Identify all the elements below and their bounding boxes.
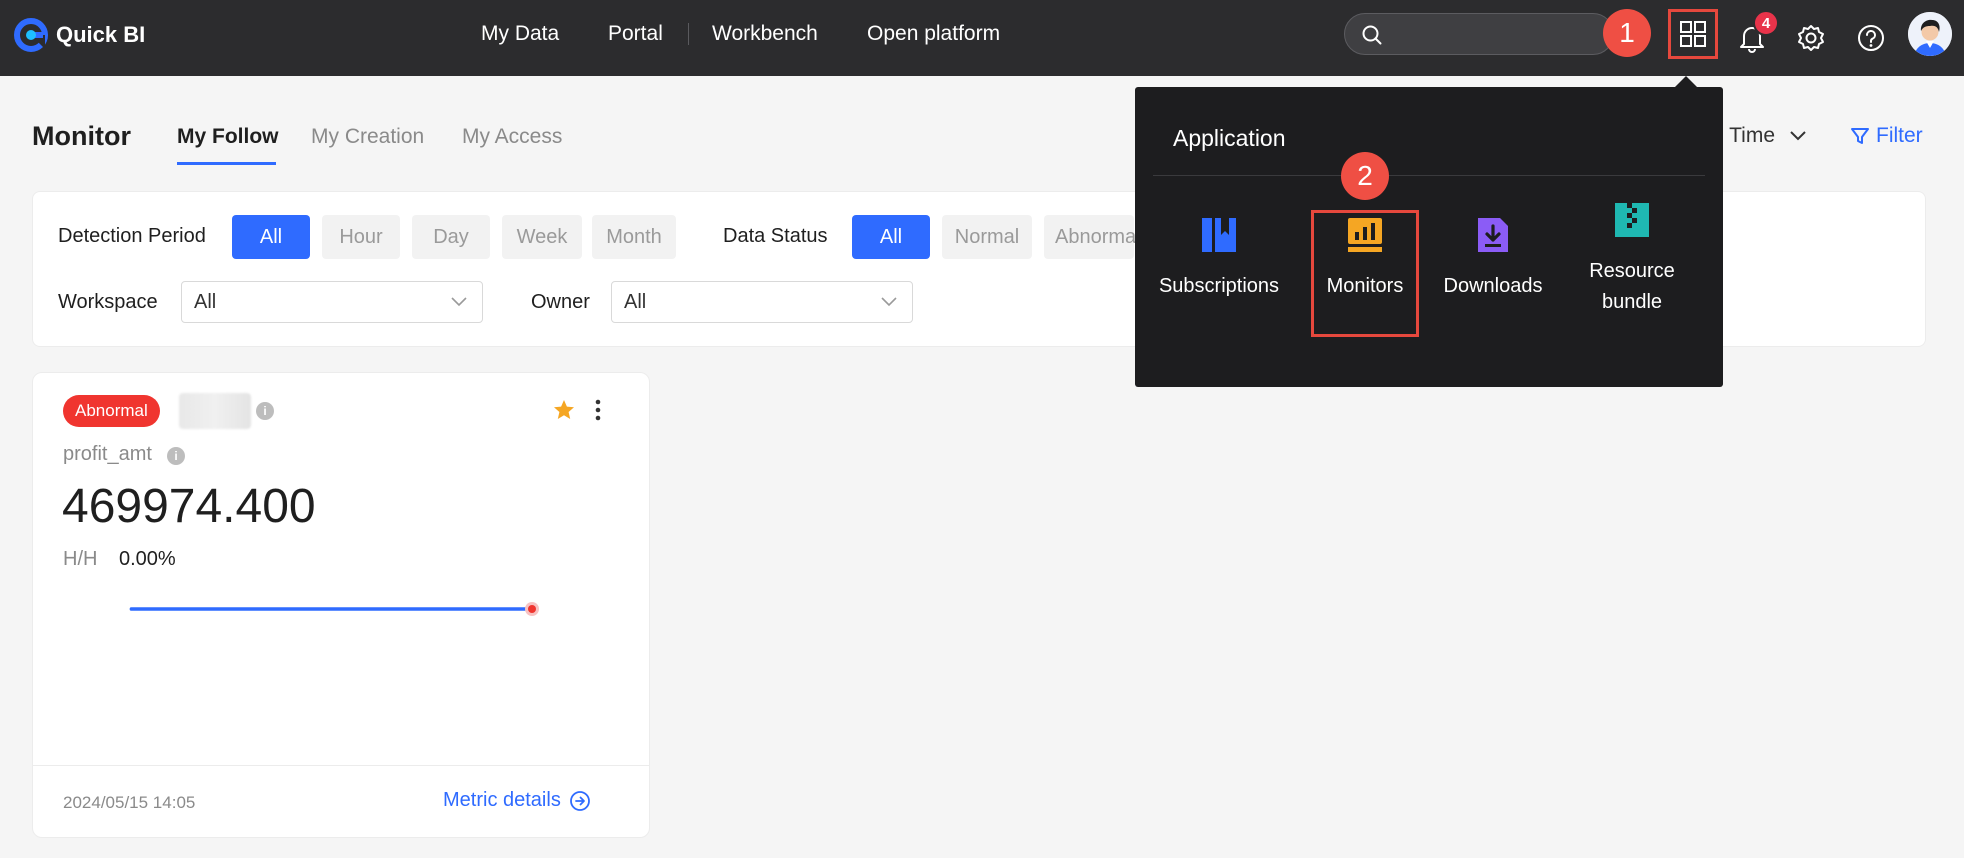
filter-label: Filter [1876, 124, 1923, 147]
filter-icon [1851, 128, 1869, 144]
sort-dropdown[interactable]: e Time [1712, 124, 1807, 148]
filter-button[interactable]: Filter [1850, 124, 1923, 148]
gear-icon [1798, 25, 1824, 51]
info-icon[interactable]: i [167, 447, 185, 465]
status-all-chip[interactable]: All [852, 215, 930, 259]
owner-label: Owner [531, 291, 590, 313]
period-hour-chip[interactable]: Hour [322, 215, 400, 259]
grid-apps-icon [1680, 21, 1706, 47]
page-title: Monitor [32, 121, 131, 151]
nav-workbench[interactable]: Workbench [712, 22, 818, 46]
app-subscriptions-label: Subscriptions [1158, 275, 1280, 297]
app-subscriptions[interactable]: Subscriptions [1150, 215, 1288, 302]
status-abnormal-chip[interactable]: Abnorma [1044, 215, 1136, 259]
settings-button[interactable] [1787, 14, 1835, 62]
search-icon [1362, 25, 1382, 45]
trend-endpoint-dot [528, 605, 536, 613]
metric-details-label: Metric details [443, 789, 561, 811]
tab-my-access[interactable]: My Access [462, 125, 562, 149]
resource-bundle-icon [1615, 203, 1649, 237]
app-logo[interactable]: Quick BI [12, 16, 145, 54]
help-button[interactable] [1847, 14, 1895, 62]
chevron-down-icon [451, 297, 467, 307]
chevron-down-icon [881, 297, 897, 307]
status-normal-chip[interactable]: Normal [942, 215, 1032, 259]
subscriptions-icon [1202, 218, 1236, 252]
nav-divider [688, 23, 689, 45]
workspace-label: Workspace [58, 291, 158, 313]
star-icon[interactable] [552, 398, 576, 422]
active-tab-indicator [177, 162, 276, 165]
info-icon[interactable]: i [256, 402, 274, 420]
period-week-chip[interactable]: Week [502, 215, 582, 259]
notification-count-badge: 4 [1753, 10, 1779, 36]
tab-my-follow[interactable]: My Follow [177, 125, 279, 149]
step-marker-1: 1 [1603, 9, 1651, 57]
user-avatar[interactable] [1908, 12, 1952, 56]
more-options-icon[interactable] [593, 398, 603, 422]
app-downloads-label: Downloads [1443, 275, 1543, 297]
nav-open-platform[interactable]: Open platform [867, 22, 1000, 46]
user-avatar-icon [1908, 12, 1952, 56]
card-divider [33, 765, 649, 766]
change-value: 0.00% [119, 548, 176, 570]
owner-value: All [624, 290, 647, 313]
application-menu-button[interactable] [1668, 9, 1718, 59]
status-badge: Abnormal [63, 395, 160, 427]
metric-name: profit_amt [63, 443, 152, 465]
metric-value: 469974.400 [62, 480, 316, 533]
application-menu-title: Application [1173, 125, 1286, 151]
card-timestamp: 2024/05/15 14:05 [63, 793, 196, 812]
app-resource-bundle-label: Resource bundle [1589, 260, 1675, 313]
owner-select[interactable]: All [611, 281, 913, 323]
app-name: Quick BI [56, 22, 146, 47]
application-menu: Application 2 Subscriptions Monitors Dow… [1135, 87, 1723, 387]
arrow-right-circle-icon [569, 790, 590, 811]
monitor-name-redacted [179, 393, 251, 429]
monitor-card[interactable]: Abnormal i profit_amt i 469974.400 H/H 0… [32, 372, 650, 838]
application-menu-divider [1153, 175, 1705, 176]
data-status-label: Data Status [723, 225, 828, 247]
trend-sparkline [129, 602, 539, 616]
chevron-down-icon [1790, 131, 1806, 141]
metric-details-link[interactable]: Metric details [443, 789, 591, 812]
workspace-select[interactable]: All [181, 281, 483, 323]
detection-period-label: Detection Period [58, 225, 206, 247]
workspace-value: All [194, 290, 217, 313]
downloads-icon [1478, 218, 1508, 252]
app-downloads[interactable]: Downloads [1424, 215, 1562, 302]
search-input[interactable] [1344, 13, 1614, 55]
nav-portal[interactable]: Portal [608, 22, 663, 46]
monitors-highlight-box [1311, 210, 1419, 337]
change-label: H/H [63, 548, 98, 570]
period-month-chip[interactable]: Month [592, 215, 676, 259]
quick-bi-logo-icon [14, 18, 48, 52]
top-bar: Quick BI My Data Portal Workbench Open p… [0, 0, 1964, 76]
nav-my-data[interactable]: My Data [481, 22, 559, 46]
period-day-chip[interactable]: Day [412, 215, 490, 259]
tab-my-creation[interactable]: My Creation [311, 125, 424, 149]
period-all-chip[interactable]: All [232, 215, 310, 259]
help-icon [1858, 25, 1884, 51]
app-resource-bundle[interactable]: Resource bundle [1563, 200, 1701, 318]
step-marker-2: 2 [1341, 152, 1389, 200]
